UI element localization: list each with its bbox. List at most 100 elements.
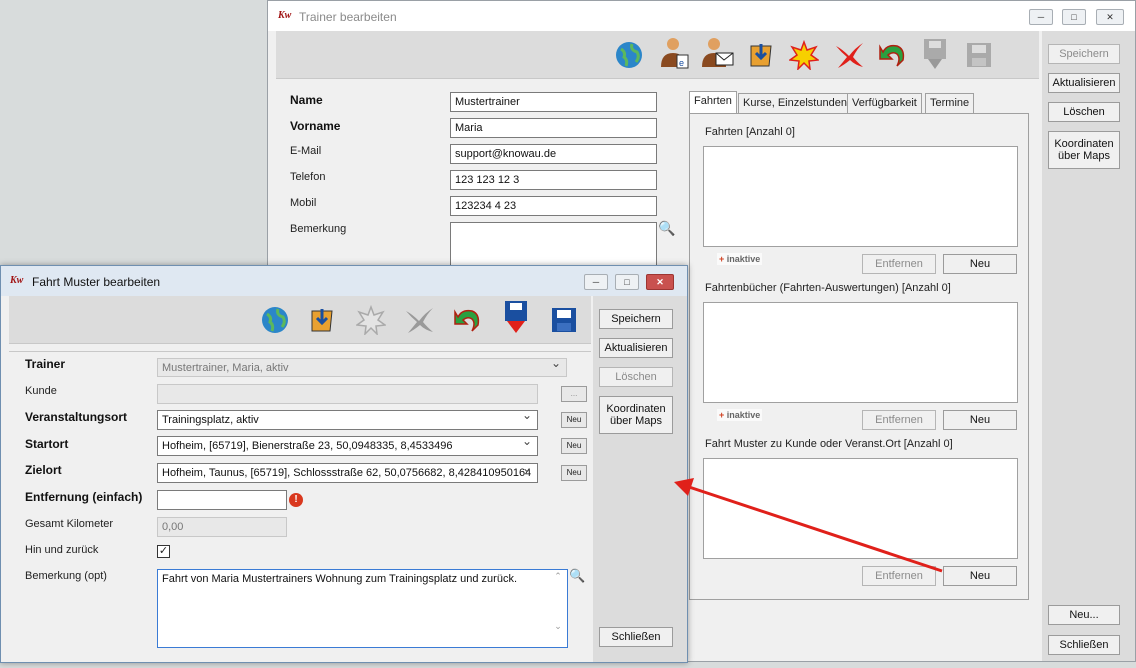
entfernung-label: Entfernung (einfach) [25, 490, 143, 504]
inaktive-label: inaktive [726, 410, 761, 420]
trainer-label: Trainer [25, 357, 66, 371]
speichern-button[interactable]: Speichern [1048, 44, 1120, 64]
globe-icon[interactable] [612, 38, 646, 72]
inaktive-toggle[interactable]: + inaktive [717, 253, 763, 265]
app-logo: Kw [10, 275, 24, 286]
close-button[interactable]: ✕ [1096, 9, 1124, 25]
vorname-field[interactable]: Maria [450, 118, 657, 138]
koordinaten-button[interactable]: Koordinaten über Maps [599, 396, 673, 434]
name-field[interactable]: Mustertrainer [450, 92, 657, 112]
entfernen-button[interactable]: Entfernen [862, 410, 936, 430]
veranstaltungsort-select[interactable]: Trainingsplatz, aktiv [157, 410, 538, 430]
fahrt-muster-window: Kw Fahrt Muster bearbeiten ─ □ ✕ Speiche… [0, 265, 688, 663]
vorname-label: Vorname [290, 119, 341, 133]
fahrten-list[interactable] [703, 146, 1018, 247]
gesamt-km-field: 0,00 [157, 517, 287, 537]
new-star-icon [354, 303, 388, 337]
koordinaten-button[interactable]: Koordinaten über Maps [1048, 131, 1120, 169]
edit-icon[interactable]: 🔍 [569, 568, 585, 584]
kunde-browse-button[interactable]: ... [561, 386, 587, 402]
fahrt-muster-list[interactable] [703, 458, 1018, 559]
fahrtenbuecher-header: Fahrtenbücher (Fahrten-Auswertungen) [An… [705, 282, 951, 294]
telefon-label: Telefon [290, 171, 326, 183]
fahrtenbuecher-list[interactable] [703, 302, 1018, 403]
form-separator [9, 351, 591, 352]
save-close-icon[interactable] [499, 301, 533, 335]
aktualisieren-button[interactable]: Aktualisieren [599, 338, 673, 358]
hin-zurueck-checkbox[interactable]: ✓ [157, 545, 170, 558]
undo-icon[interactable] [450, 303, 484, 337]
loeschen-button[interactable]: Löschen [599, 367, 673, 387]
entfernen-button[interactable]: Entfernen [862, 254, 936, 274]
maximize-button[interactable]: □ [1062, 9, 1086, 25]
speichern-button[interactable]: Speichern [599, 309, 673, 329]
schliessen-button[interactable]: Schließen [1048, 635, 1120, 655]
schliessen-button[interactable]: Schließen [599, 627, 673, 647]
tab-termine[interactable]: Termine [925, 93, 975, 113]
mobil-field[interactable]: 123234 4 23 [450, 196, 657, 216]
neu-start-button[interactable]: Neu [561, 438, 587, 454]
fahrten-header: Fahrten [Anzahl 0] [705, 126, 795, 138]
tab-fahrten[interactable]: Fahrten [689, 91, 737, 113]
kunde-label: Kunde [25, 385, 57, 397]
email-label: E-Mail [290, 145, 322, 157]
import-icon[interactable] [745, 38, 779, 72]
startort-select[interactable]: Hofheim, [65719], Bienerstraße 23, 50,09… [157, 436, 538, 456]
aktualisieren-button[interactable]: Aktualisieren [1048, 73, 1120, 93]
loeschen-button[interactable]: Löschen [1048, 102, 1120, 122]
tab-verfuegbarkeit[interactable]: Verfügbarkeit [847, 93, 922, 113]
trainer-toolbar: e [276, 31, 1039, 79]
window-title: Trainer bearbeiten [299, 10, 397, 24]
telefon-field[interactable]: 123 123 12 3 [450, 170, 657, 190]
globe-icon[interactable] [258, 303, 292, 337]
maximize-button[interactable]: □ [615, 274, 639, 290]
tab-kurse[interactable]: Kurse, Einzelstunden [738, 93, 852, 113]
inaktive-label: inaktive [726, 254, 761, 264]
trainer-mail-icon[interactable] [700, 35, 734, 69]
inaktive-toggle[interactable]: + inaktive [717, 409, 763, 421]
neu-ort-button[interactable]: Neu [561, 412, 587, 428]
minimize-button[interactable]: ─ [1029, 9, 1053, 25]
bemerkung-label: Bemerkung [290, 223, 347, 235]
veranstaltungsort-label: Veranstaltungsort [25, 410, 128, 424]
entfernen-button[interactable]: Entfernen [862, 566, 936, 586]
new-star-icon[interactable] [787, 38, 821, 72]
close-button[interactable]: ✕ [646, 274, 674, 290]
save-icon[interactable] [547, 303, 581, 337]
edit-icon[interactable]: 🔍 [658, 220, 675, 237]
zielort-select[interactable]: Hofheim, Taunus, [65719], Schlossstraße … [157, 463, 538, 483]
mobil-label: Mobil [290, 197, 317, 209]
neu-ziel-button[interactable]: Neu [561, 465, 587, 481]
bemerkung-opt-field[interactable]: Fahrt von Maria Mustertrainers Wohnung z… [157, 569, 568, 648]
neu-button[interactable]: Neu [943, 566, 1017, 586]
trainer-select[interactable]: Mustertrainer, Maria, aktiv [157, 358, 567, 377]
save-icon [962, 38, 996, 72]
undo-icon[interactable] [875, 38, 909, 72]
error-icon: ! [289, 493, 303, 507]
trainer-export-icon[interactable]: e [656, 35, 690, 69]
fahrt-toolbar [9, 296, 591, 344]
import-icon[interactable] [306, 303, 340, 337]
trainer-sidebar [1042, 31, 1135, 661]
trainer-titlebar[interactable]: Kw Trainer bearbeiten ─ □ ✕ [268, 1, 1135, 31]
delete-icon [402, 303, 436, 337]
app-logo: Kw [278, 10, 292, 21]
entfernung-field[interactable] [157, 490, 287, 510]
svg-text:e: e [679, 58, 684, 68]
fahrt-titlebar[interactable]: Kw Fahrt Muster bearbeiten ─ □ ✕ [1, 266, 687, 296]
bemerkung-scrollbar[interactable]: ⌃ ⌄ [550, 571, 566, 646]
window-title: Fahrt Muster bearbeiten [32, 275, 161, 289]
kunde-field[interactable] [157, 384, 538, 404]
save-close-icon [918, 37, 952, 71]
email-field[interactable]: support@knowau.de [450, 144, 657, 164]
delete-icon[interactable] [832, 38, 866, 72]
startort-label: Startort [25, 437, 69, 451]
minimize-button[interactable]: ─ [584, 274, 608, 290]
zielort-label: Zielort [25, 463, 62, 477]
fahrt-muster-header: Fahrt Muster zu Kunde oder Veranst.Ort [… [705, 438, 953, 450]
name-label: Name [290, 93, 323, 107]
neu-button[interactable]: Neu [943, 254, 1017, 274]
tab-strip: Fahrten Kurse, Einzelstunden Verfügbarke… [689, 91, 1029, 115]
neu-button[interactable]: Neu [943, 410, 1017, 430]
neu-dialog-button[interactable]: Neu... [1048, 605, 1120, 625]
